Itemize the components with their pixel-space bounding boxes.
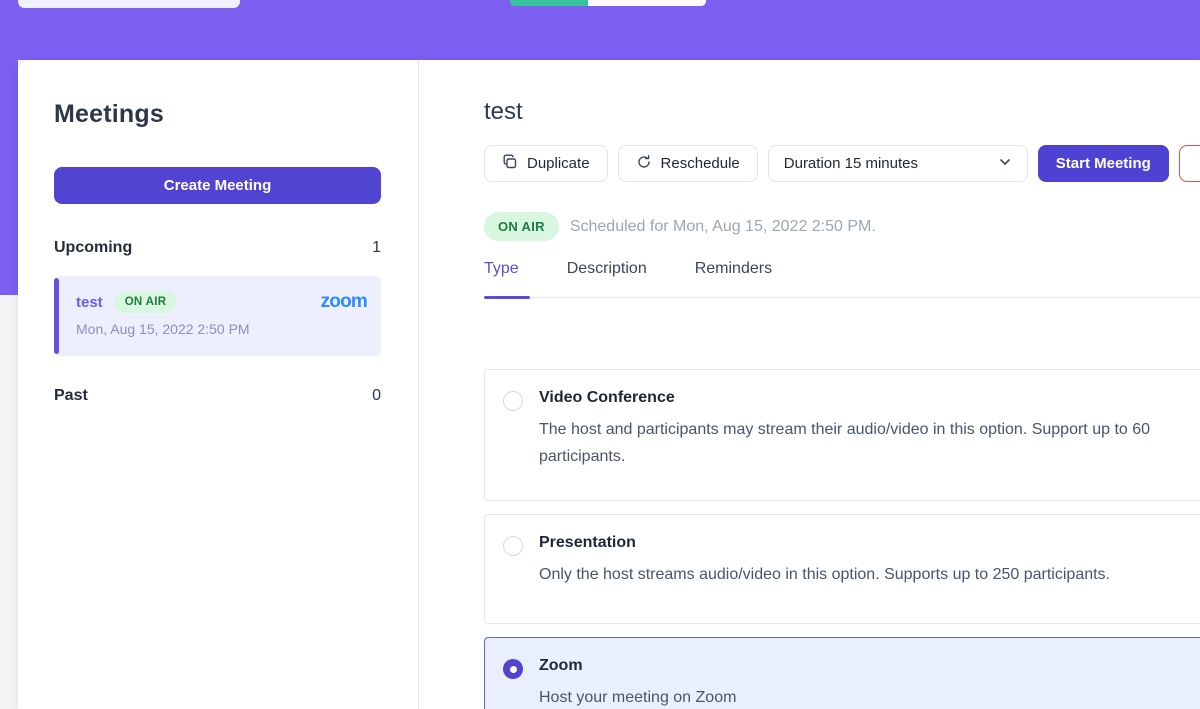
tab-reminders[interactable]: Reminders — [695, 260, 772, 297]
upcoming-label: Upcoming — [54, 239, 132, 257]
duration-select[interactable]: Duration 15 minutes — [768, 145, 1028, 182]
option-description: Only the host streams audio/video in thi… — [539, 561, 1110, 588]
on-air-badge: ON AIR — [114, 291, 178, 313]
top-progress-pill — [510, 0, 706, 6]
option-video-conference[interactable]: Video Conference The host and participan… — [484, 369, 1200, 501]
tab-type[interactable]: Type — [484, 260, 519, 297]
duplicate-label: Duplicate — [527, 155, 590, 172]
radio-unchecked-icon[interactable] — [503, 536, 523, 556]
upcoming-count: 1 — [372, 239, 381, 257]
radio-checked-icon[interactable] — [503, 659, 523, 679]
meeting-datetime: Mon, Aug 15, 2022 2:50 PM — [76, 321, 367, 337]
start-meeting-button[interactable]: Start Meeting — [1038, 145, 1169, 182]
option-description: The host and participants may stream the… — [539, 416, 1150, 470]
option-presentation[interactable]: Presentation Only the host streams audio… — [484, 514, 1200, 624]
past-section-header[interactable]: Past 0 — [54, 387, 381, 405]
create-meeting-button[interactable]: Create Meeting — [54, 167, 381, 204]
option-zoom[interactable]: Zoom Host your meeting on Zoom — [484, 637, 1200, 709]
meetings-sidebar: Meetings Create Meeting Upcoming 1 test … — [18, 60, 418, 709]
delete-meeting-button-cutoff[interactable] — [1179, 145, 1200, 182]
sidebar-title: Meetings — [54, 100, 381, 129]
tab-bar: Type Description Reminders — [484, 260, 1200, 298]
meeting-type-options: Video Conference The host and participan… — [484, 369, 1200, 709]
on-air-status-badge: ON AIR — [484, 212, 559, 241]
radio-unchecked-icon[interactable] — [503, 391, 523, 411]
reschedule-label: Reschedule — [661, 155, 740, 172]
copy-icon — [502, 154, 518, 174]
page-title: test — [484, 98, 1200, 126]
meeting-list-item[interactable]: test ON AIR zoom Mon, Aug 15, 2022 2:50 … — [54, 276, 381, 356]
status-row: ON AIR Scheduled for Mon, Aug 15, 2022 2… — [484, 212, 1200, 241]
top-banner — [0, 0, 1200, 60]
left-purple-strip — [0, 0, 18, 295]
option-description: Host your meeting on Zoom — [539, 684, 736, 709]
content-panel: Meetings Create Meeting Upcoming 1 test … — [18, 60, 1200, 709]
scheduled-text: Scheduled for Mon, Aug 15, 2022 2:50 PM. — [570, 218, 876, 236]
past-count: 0 — [372, 387, 381, 405]
zoom-logo: zoom — [321, 291, 367, 313]
meeting-detail: test Duplicate Reschedul — [484, 60, 1200, 709]
tab-description[interactable]: Description — [567, 260, 647, 297]
reschedule-button[interactable]: Reschedule — [618, 145, 758, 182]
meeting-name: test — [76, 294, 103, 311]
refresh-icon — [636, 154, 652, 174]
chevron-down-icon — [998, 155, 1012, 173]
duration-value: Duration 15 minutes — [784, 155, 918, 172]
sidebar-divider — [418, 60, 419, 709]
toolbar: Duplicate Reschedule Duration 15 minutes — [484, 145, 1200, 182]
progress-empty-segment — [588, 0, 706, 6]
option-title: Presentation — [539, 534, 1110, 552]
progress-filled-segment — [510, 0, 588, 6]
past-label: Past — [54, 387, 88, 405]
upcoming-section-header[interactable]: Upcoming 1 — [54, 239, 381, 257]
top-cutoff-card — [18, 0, 240, 8]
option-title: Video Conference — [539, 389, 1150, 407]
option-title: Zoom — [539, 657, 736, 675]
duplicate-button[interactable]: Duplicate — [484, 145, 608, 182]
